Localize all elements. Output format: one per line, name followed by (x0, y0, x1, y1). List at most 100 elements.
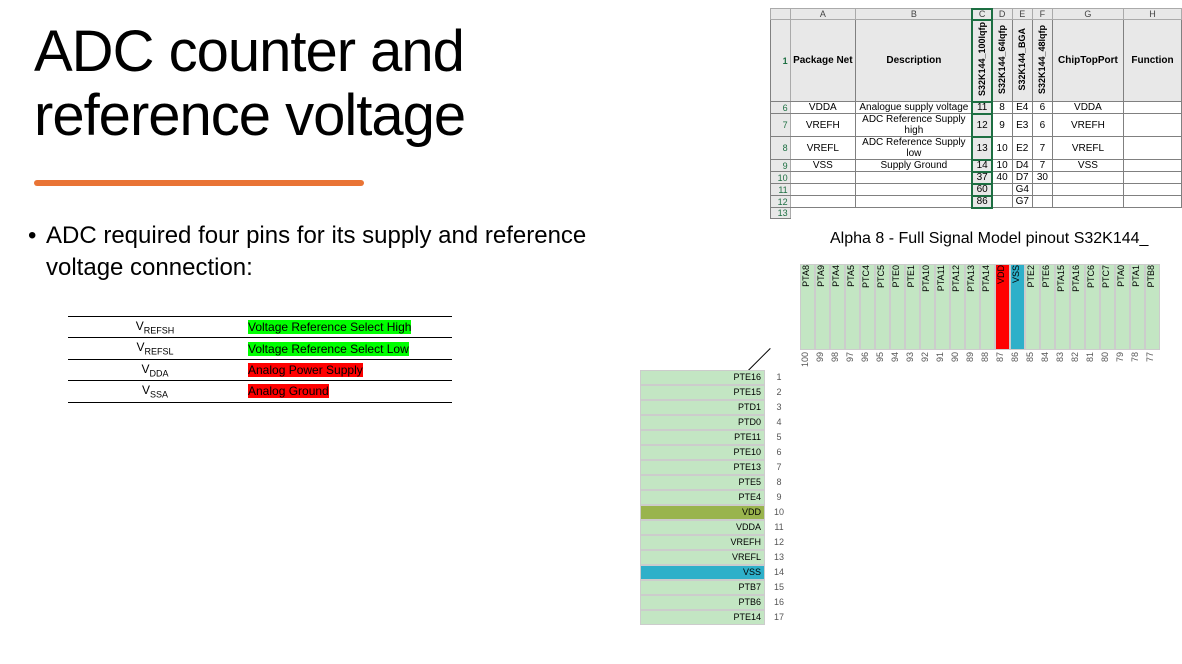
pinout-left-row: PTE137 (640, 460, 793, 475)
pinout-left-row: PTB616 (640, 595, 793, 610)
pinout-top-cell: VSS (1010, 264, 1025, 350)
pinout-top-cell: VDD (995, 264, 1010, 350)
pinout-left-row: PTE1417 (640, 610, 793, 625)
pinout-top-number: 92 (920, 352, 935, 362)
signal-table: VREFSHVoltage Reference Select HighVREFS… (68, 316, 452, 403)
pinout-left-signal: VDDA (640, 520, 765, 535)
signal-name: VDDA (68, 359, 242, 380)
pinout-left-row: PTD13 (640, 400, 793, 415)
pinout-left-number: 13 (765, 550, 793, 565)
pinout-top-cell: PTA4 (830, 264, 845, 350)
pinout-top-number: 100 (800, 352, 815, 367)
pinout-left-row: PTE152 (640, 385, 793, 400)
pinout-top-number: 89 (965, 352, 980, 362)
pinout-top-cell: PTA8 (800, 264, 815, 350)
pinout-top-number: 96 (860, 352, 875, 362)
title-line2: reference voltage (34, 83, 465, 148)
pinout-left-number: 10 (765, 505, 793, 520)
pinout-top-number: 82 (1070, 352, 1085, 362)
pinout-left-row: PTB715 (640, 580, 793, 595)
pinout-top-cell: PTA16 (1070, 264, 1085, 350)
trailing-row: 13 (771, 208, 1182, 219)
pinout-top-cell: PTA15 (1055, 264, 1070, 350)
pinout-top-number: 78 (1130, 352, 1145, 362)
title-line1: ADC counter and (34, 19, 464, 84)
pinout-left-signal: VREFL (640, 550, 765, 565)
pinout-left-number: 12 (765, 535, 793, 550)
pinout-left-row: VREFL13 (640, 550, 793, 565)
pinout-left-number: 17 (765, 610, 793, 625)
signal-row: VDDAAnalog Power Supply (68, 359, 452, 380)
signal-desc: Voltage Reference Select Low (242, 338, 452, 359)
pinout-left-number: 11 (765, 520, 793, 535)
title-underline (34, 180, 364, 186)
package-row: 8VREFLADC Reference Supply low1310E27VRE… (771, 137, 1182, 160)
pinout-left-signal: VDD (640, 505, 765, 520)
signal-name: VREFSL (68, 338, 242, 359)
pinout-title: Alpha 8 - Full Signal Model pinout S32K1… (830, 230, 1148, 248)
pinout-top-cell: PTA1 (1130, 264, 1145, 350)
pinout-top-number: 79 (1115, 352, 1130, 362)
pinout-left-signal: PTE11 (640, 430, 765, 445)
pinout-left-signal: VSS (640, 565, 765, 580)
pinout-left-signal: PTE10 (640, 445, 765, 460)
pinout-top-number: 85 (1025, 352, 1040, 362)
pinout-top-number: 84 (1040, 352, 1055, 362)
package-row: 1286G7 (771, 196, 1182, 208)
pinout-top-number: 86 (1010, 352, 1025, 362)
header-row: 1 Package Net Description S32K144_100lqf… (771, 20, 1182, 102)
pinout-left-signal: PTE4 (640, 490, 765, 505)
pinout-top-number: 81 (1085, 352, 1100, 362)
pinout-left-row: PTE58 (640, 475, 793, 490)
column-letters-row: A B C D E F G H (771, 9, 1182, 20)
package-row: 6VDDAAnalogue supply voltage118E46VDDA (771, 102, 1182, 114)
pinout-top-number: 83 (1055, 352, 1070, 362)
pinout-left-row: PTE49 (640, 490, 793, 505)
pinout-left-signal: PTE15 (640, 385, 765, 400)
pinout-left-signal: PTD1 (640, 400, 765, 415)
pinout-left-number: 16 (765, 595, 793, 610)
package-row: 103740D730 (771, 172, 1182, 184)
pinout-top-cell: PTA11 (935, 264, 950, 350)
pinout-left-row: PTE106 (640, 445, 793, 460)
pinout-left-signal: PTE5 (640, 475, 765, 490)
pinout-left-rows: PTE161PTE152PTD13PTD04PTE115PTE106PTE137… (640, 370, 793, 625)
pinout-left-number: 15 (765, 580, 793, 595)
pinout-top-cell: PTA9 (815, 264, 830, 350)
signal-name: VSSA (68, 381, 242, 402)
pinout-top-number: 80 (1100, 352, 1115, 362)
signal-row: VREFSHVoltage Reference Select High (68, 317, 452, 338)
pinout-top-number: 93 (905, 352, 920, 362)
pinout-top-cell: PTA10 (920, 264, 935, 350)
signal-row: VREFSLVoltage Reference Select Low (68, 338, 452, 359)
pinout-left-signal: PTB7 (640, 580, 765, 595)
pinout-top-cell: PTC5 (875, 264, 890, 350)
pinout-top-cell: PTE6 (1040, 264, 1055, 350)
pinout-top-number: 95 (875, 352, 890, 362)
pinout-left-signal: PTE14 (640, 610, 765, 625)
pinout-left-row: PTE115 (640, 430, 793, 445)
pinout-top-cell: PTA5 (845, 264, 860, 350)
pinout-top-cell: PTA13 (965, 264, 980, 350)
pinout-left-signal: PTE13 (640, 460, 765, 475)
signal-desc: Analog Ground (242, 381, 452, 402)
pinout-left-number: 2 (765, 385, 793, 400)
slide: ADC counter and reference voltage ADC re… (0, 0, 1182, 664)
pinout-left-signal: PTE16 (640, 370, 765, 385)
slide-title: ADC counter and reference voltage (34, 20, 465, 148)
pinout-top-cell: PTA0 (1115, 264, 1130, 350)
package-row: 1160G4 (771, 184, 1182, 196)
pinout-top-number: 77 (1145, 352, 1160, 362)
signal-name: VREFSH (68, 317, 242, 338)
pinout-left-number: 9 (765, 490, 793, 505)
signal-desc: Voltage Reference Select High (242, 317, 452, 338)
pinout-top-cell: PTE1 (905, 264, 920, 350)
pinout-top-number: 99 (815, 352, 830, 362)
signal-desc: Analog Power Supply (242, 359, 452, 380)
pinout-left-number: 5 (765, 430, 793, 445)
pinout-left-number: 8 (765, 475, 793, 490)
pinout-left-row: VDD10 (640, 505, 793, 520)
pinout-left-number: 4 (765, 415, 793, 430)
pinout-left-row: VSS14 (640, 565, 793, 580)
pinout-top-cell: PTB8 (1145, 264, 1160, 350)
